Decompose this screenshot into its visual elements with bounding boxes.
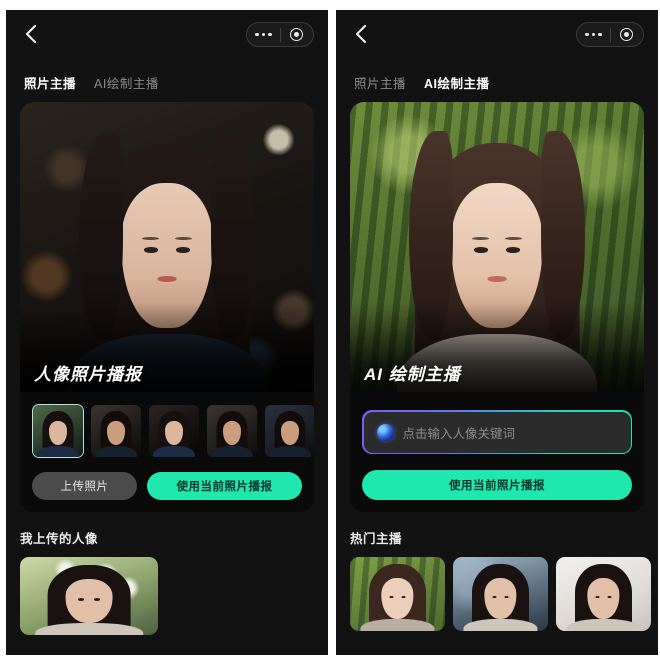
ai-orb-icon xyxy=(376,423,394,441)
tab-photo-anchor[interactable]: 照片主播 xyxy=(354,77,406,91)
tab-bar: 照片主播 AI绘制主播 xyxy=(6,58,328,90)
wechat-capsule-bar[interactable] xyxy=(576,22,644,47)
hot-anchor-card-1[interactable] xyxy=(350,557,445,631)
uploaded-portrait-card-1[interactable] xyxy=(20,557,158,635)
hot-anchor-card-3[interactable] xyxy=(556,557,651,631)
screenshot-stage: 照片主播 AI绘制主播 人像照片播报 上传照片 使用当前照片播报 我上传的人像 … xyxy=(0,0,660,660)
thumbnail-preset-1[interactable] xyxy=(32,404,84,458)
tab-bar: 照片主播 AI绘制主播 xyxy=(336,58,658,90)
hot-anchor-card-2[interactable] xyxy=(453,557,548,631)
preset-thumbnail-strip[interactable] xyxy=(20,392,314,458)
use-current-photo-button[interactable]: 使用当前照片播报 xyxy=(147,472,302,500)
hero-title-ai: AI 绘制主播 xyxy=(364,365,461,384)
more-dots-icon[interactable] xyxy=(247,32,280,37)
navigation-bar xyxy=(336,10,658,58)
more-dots-icon[interactable] xyxy=(577,32,610,37)
hot-anchors-section: 热门主播 xyxy=(336,512,658,631)
card-body-photo: 上传照片 使用当前照片播报 xyxy=(20,392,314,512)
hero-portrait-image xyxy=(20,102,314,392)
prompt-input-wrapper: 点击输入人像关键词 xyxy=(350,392,644,454)
wechat-capsule-bar[interactable] xyxy=(246,22,314,47)
thumbnail-preset-5[interactable] xyxy=(264,404,314,458)
action-button-row: 使用当前照片播报 xyxy=(350,454,644,500)
thumbnail-preset-2[interactable] xyxy=(90,404,142,458)
my-uploads-section: 我上传的人像 xyxy=(6,512,328,635)
thumbnail-preset-4[interactable] xyxy=(206,404,258,458)
tab-ai-anchor[interactable]: AI绘制主播 xyxy=(424,77,490,91)
chevron-left-icon[interactable] xyxy=(18,21,44,47)
use-current-photo-button[interactable]: 使用当前照片播报 xyxy=(362,470,632,500)
section-title-my-uploads: 我上传的人像 xyxy=(20,532,99,546)
chevron-left-icon[interactable] xyxy=(348,21,374,47)
hot-anchors-gallery xyxy=(350,547,651,631)
circle-target-icon[interactable] xyxy=(611,28,644,41)
keyword-input[interactable]: 点击输入人像关键词 xyxy=(362,410,632,454)
my-uploads-gallery xyxy=(20,547,314,635)
section-title-hot-anchors: 热门主播 xyxy=(350,532,403,546)
hero-portrait-image xyxy=(350,102,644,392)
ai-anchor-card: AI 绘制主播 点击输入人像关键词 使用当前照片播报 xyxy=(350,102,644,512)
action-button-row: 上传照片 使用当前照片播报 xyxy=(20,458,314,500)
hero-title-photo: 人像照片播报 xyxy=(34,365,142,384)
thumbnail-preset-3[interactable] xyxy=(148,404,200,458)
upload-photo-button[interactable]: 上传照片 xyxy=(32,472,137,500)
navigation-bar xyxy=(6,10,328,58)
phone-screen-ai-anchor: 照片主播 AI绘制主播 AI 绘制主播 点击输入人像关键词 使用当前照片播报 热… xyxy=(336,10,658,655)
photo-anchor-card: 人像照片播报 上传照片 使用当前照片播报 xyxy=(20,102,314,512)
circle-target-icon[interactable] xyxy=(281,28,314,41)
tab-ai-anchor[interactable]: AI绘制主播 xyxy=(94,77,159,91)
tab-photo-anchor[interactable]: 照片主播 xyxy=(24,77,76,91)
phone-screen-photo-anchor: 照片主播 AI绘制主播 人像照片播报 上传照片 使用当前照片播报 我上传的人像 xyxy=(6,10,328,655)
card-body-ai: 点击输入人像关键词 使用当前照片播报 xyxy=(350,392,644,512)
keyword-input-placeholder: 点击输入人像关键词 xyxy=(402,426,516,441)
